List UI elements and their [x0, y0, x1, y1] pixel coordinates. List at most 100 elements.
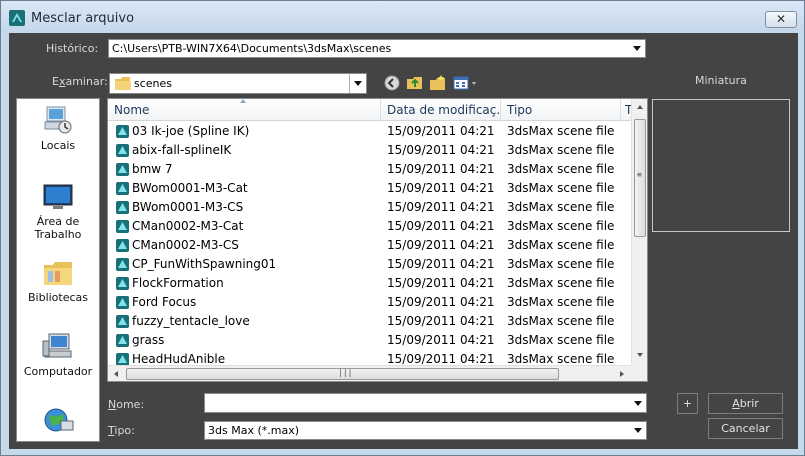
file-date: 15/09/2011 04:21 [387, 200, 495, 214]
table-row[interactable]: abix-fall-splineIK 15/09/2011 04:21 3dsMax… [108, 141, 631, 160]
place-libraries[interactable]: Bibliotecas [17, 257, 99, 304]
folder-icon [115, 77, 131, 90]
file-type: 3dsMax scene file [507, 314, 615, 328]
back-icon[interactable] [383, 74, 401, 92]
file-date: 15/09/2011 04:21 [387, 295, 495, 309]
column-header-type[interactable]: Tipo [501, 99, 621, 121]
dialog-window: Mesclar arquivo ✕ Histórico: C:\Users\PT… [0, 0, 805, 456]
place-computer[interactable]: Computador [17, 331, 99, 378]
column-header-name[interactable]: Nome [108, 99, 381, 121]
title-bar[interactable]: Mesclar arquivo ✕ [1, 1, 804, 33]
scroll-corner [631, 365, 647, 381]
max-file-icon [116, 125, 129, 138]
file-list[interactable]: Nome Data de modificaç... Tipo T 03 Ik-j… [107, 98, 648, 382]
up-folder-icon[interactable] [406, 74, 424, 92]
lookin-label: Examinar: [52, 75, 108, 88]
place-label: Área de Trabalho [34, 215, 82, 241]
chevron-down-icon[interactable] [634, 401, 642, 406]
desktop-icon [41, 181, 75, 213]
file-date: 15/09/2011 04:21 [387, 124, 495, 138]
table-row[interactable]: BWom0001-M3-CS 15/09/2011 04:21 3dsMax sce… [108, 198, 631, 217]
table-row[interactable]: CMan0002-M3-Cat 15/09/2011 04:21 3dsMax sc… [108, 217, 631, 236]
file-type: 3dsMax scene file [507, 200, 615, 214]
place-label: Computador [23, 365, 93, 378]
horizontal-scroll-thumb[interactable]: ||| [126, 368, 559, 380]
table-row[interactable]: Ford Focus 15/09/2011 04:21 3dsMax scene f… [108, 293, 631, 312]
file-date: 15/09/2011 04:21 [387, 162, 495, 176]
scroll-left-arrow-icon[interactable] [114, 371, 118, 377]
view-menu-icon[interactable] [453, 74, 479, 92]
place-network[interactable] [17, 405, 99, 439]
filetype-label: Tipo: [108, 424, 135, 437]
filetype-combo[interactable]: 3ds Max (*.max) [204, 421, 647, 440]
file-name: bmw 7 [132, 162, 173, 176]
column-header-date[interactable]: Data de modificaç... [381, 99, 501, 121]
max-file-icon [116, 296, 129, 309]
max-file-icon [116, 144, 129, 157]
network-icon [41, 405, 75, 437]
scroll-up-arrow-icon[interactable] [637, 105, 643, 109]
file-name: BWom0001-M3-Cat [132, 181, 248, 195]
table-row[interactable]: FlockFormation 15/09/2011 04:21 3dsMax sce… [108, 274, 631, 293]
chevron-down-icon [354, 81, 362, 86]
max-file-icon [116, 315, 129, 328]
table-row[interactable]: grass 15/09/2011 04:21 3dsMax scene file [108, 331, 631, 350]
history-path: C:\Users\PTB-WIN7X64\Documents\3dsMax\sc… [112, 42, 392, 55]
close-button[interactable]: ✕ [765, 11, 797, 28]
history-label: Histórico: [46, 42, 99, 55]
3dsmax-app-icon [9, 10, 25, 26]
file-type: 3dsMax scene file [507, 333, 615, 347]
chevron-down-icon [634, 428, 642, 433]
file-type: 3dsMax scene file [507, 181, 615, 195]
filename-input[interactable] [204, 393, 647, 413]
file-name: CMan0002-M3-CS [132, 238, 239, 252]
max-file-icon [116, 163, 129, 176]
open-button[interactable]: Abrir [708, 393, 783, 414]
horizontal-scrollbar[interactable]: ||| [108, 365, 631, 381]
file-type: 3dsMax scene file [507, 143, 615, 157]
libraries-icon [41, 257, 75, 289]
thumbnail-preview [652, 99, 790, 232]
file-type: 3dsMax scene file [507, 124, 615, 138]
table-row[interactable]: CP_FunWithSpawning01 15/09/2011 04:21 3dsM… [108, 255, 631, 274]
file-type: 3dsMax scene file [507, 238, 615, 252]
table-row[interactable]: BWom0001-M3-Cat 15/09/2011 04:21 3dsMax sc… [108, 179, 631, 198]
file-date: 15/09/2011 04:21 [387, 314, 495, 328]
max-file-icon [116, 220, 129, 233]
file-name: abix-fall-splineIK [132, 143, 232, 157]
table-row[interactable]: fuzzy_tentacle_love 15/09/2011 04:21 3dsMa… [108, 312, 631, 331]
table-row[interactable]: 03 Ik-joe (Spline IK) 15/09/2011 04:21 3ds… [108, 122, 631, 141]
scroll-down-arrow-icon[interactable] [637, 353, 643, 357]
cancel-button[interactable]: Cancelar [708, 418, 783, 439]
scroll-right-arrow-icon[interactable] [620, 371, 624, 377]
thumbnail-label: Miniatura [695, 74, 747, 87]
place-desktop[interactable]: Área de Trabalho [17, 181, 99, 241]
place-recent[interactable]: Locais [17, 105, 99, 152]
max-file-icon [116, 239, 129, 252]
table-row[interactable]: bmw 7 15/09/2011 04:21 3dsMax scene file [108, 160, 631, 179]
file-date: 15/09/2011 04:21 [387, 257, 495, 271]
file-name: grass [132, 333, 165, 347]
list-header: Nome Data de modificaç... Tipo T [108, 99, 632, 121]
max-file-icon [116, 201, 129, 214]
vertical-scroll-thumb[interactable]: ≡ [634, 119, 646, 237]
window-title: Mesclar arquivo [31, 11, 135, 26]
place-label: Locais [40, 139, 76, 152]
table-row[interactable]: CMan0002-M3-CS 15/09/2011 04:21 3dsMax sce… [108, 236, 631, 255]
file-name: fuzzy_tentacle_love [132, 314, 250, 328]
add-button[interactable]: + [677, 393, 698, 414]
history-combo[interactable]: C:\Users\PTB-WIN7X64\Documents\3dsMax\sc… [108, 39, 646, 58]
file-name: CP_FunWithSpawning01 [132, 257, 277, 271]
file-name: CMan0002-M3-Cat [132, 219, 244, 233]
recent-places-icon [41, 105, 75, 137]
file-type: 3dsMax scene file [507, 295, 615, 309]
lookin-combo[interactable]: scenes [109, 73, 367, 94]
new-folder-icon[interactable] [429, 74, 447, 92]
grip-icon: ||| [338, 368, 353, 377]
place-label: Bibliotecas [27, 291, 89, 304]
file-date: 15/09/2011 04:21 [387, 333, 495, 347]
vertical-scrollbar[interactable]: ≡ [631, 99, 647, 365]
file-date: 15/09/2011 04:21 [387, 143, 495, 157]
file-name: FlockFormation [132, 276, 224, 290]
filetype-value: 3ds Max (*.max) [208, 424, 299, 437]
